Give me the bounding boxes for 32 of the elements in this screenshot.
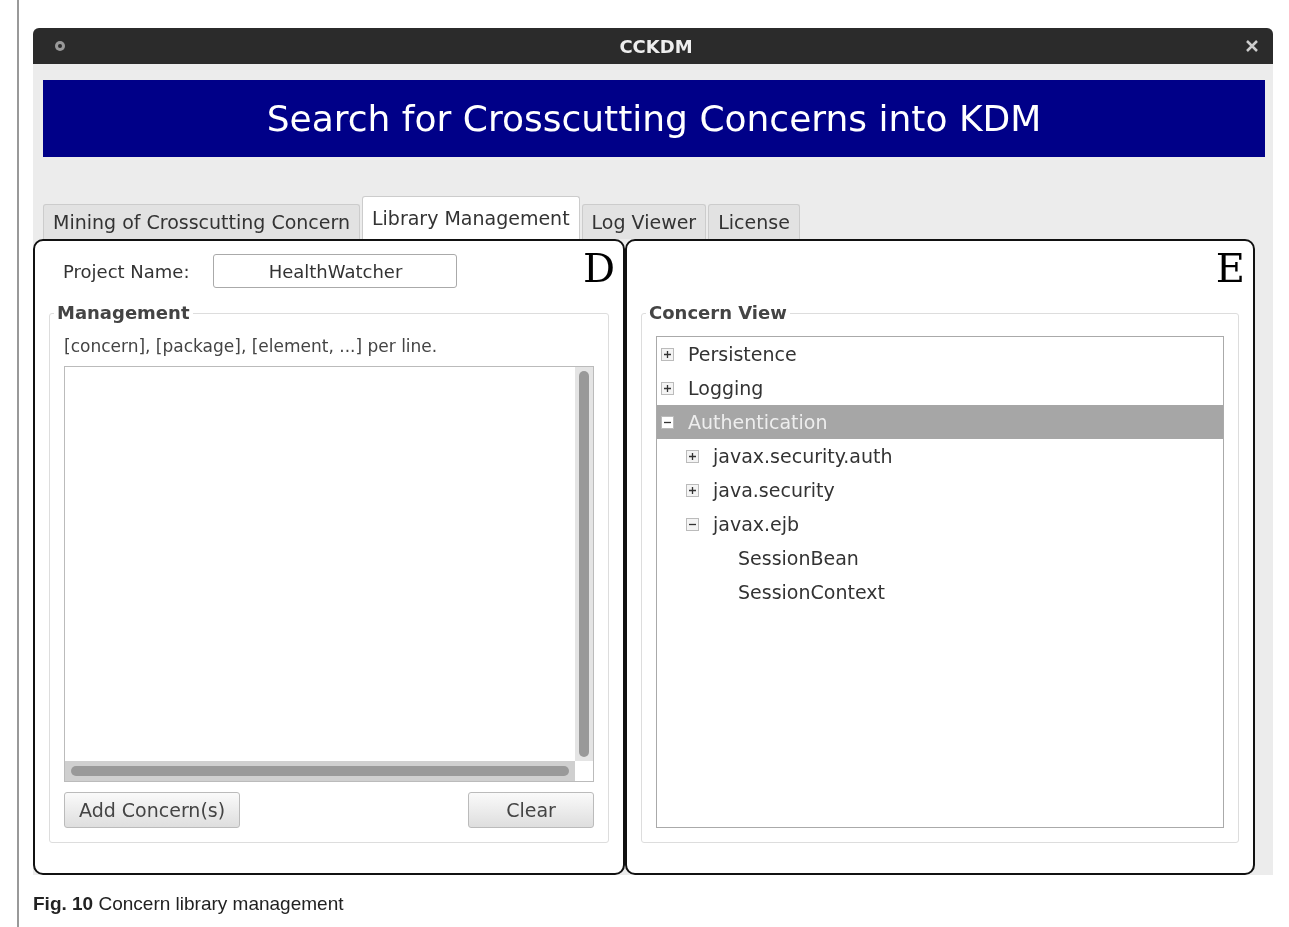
tree-item[interactable]: Persistence	[657, 337, 1223, 371]
expand-icon[interactable]	[661, 347, 674, 361]
collapse-icon[interactable]	[661, 415, 674, 429]
collapse-icon[interactable]	[686, 517, 699, 531]
tree-item[interactable]: javax.security.auth	[657, 439, 1223, 473]
annotation-letter: D	[582, 245, 615, 291]
expand-icon[interactable]	[686, 483, 699, 497]
tree-item[interactable]: SessionContext	[657, 575, 1223, 609]
tree-item[interactable]: javax.ejb	[657, 507, 1223, 541]
window-title: CCKDM	[619, 35, 693, 57]
tree-item[interactable]: SessionBean	[657, 541, 1223, 575]
vertical-scrollbar[interactable]	[575, 367, 593, 761]
project-name-field[interactable]: HealthWatcher	[213, 254, 458, 288]
tab[interactable]: Log Viewer	[581, 204, 707, 239]
tree-item[interactable]: java.security	[657, 473, 1223, 507]
project-name-label: Project Name:	[63, 260, 190, 282]
banner-title: Search for Crosscutting Concerns into KDM	[266, 98, 1042, 139]
annotation-letter: E	[1215, 245, 1245, 291]
close-icon[interactable]	[1245, 39, 1259, 53]
add-concerns-button[interactable]: Add Concern(s)	[64, 792, 241, 828]
tree-item[interactable]: Logging	[657, 371, 1223, 405]
expand-icon[interactable]	[686, 449, 699, 463]
horizontal-scrollbar[interactable]	[65, 761, 575, 781]
tab[interactable]: Mining of Crosscutting Concern	[43, 204, 360, 239]
figure-caption: Fig. 10 Concern library management	[33, 893, 345, 915]
settings-icon[interactable]	[53, 39, 67, 53]
tab[interactable]: License	[708, 204, 800, 239]
hint-text: [concern], [package], [element, ...] per line.	[64, 336, 439, 356]
expand-icon[interactable]	[661, 381, 674, 395]
clear-button[interactable]: Clear	[468, 792, 594, 828]
concern-text-area[interactable]	[64, 366, 594, 782]
tab[interactable]: Library Management	[361, 196, 580, 239]
